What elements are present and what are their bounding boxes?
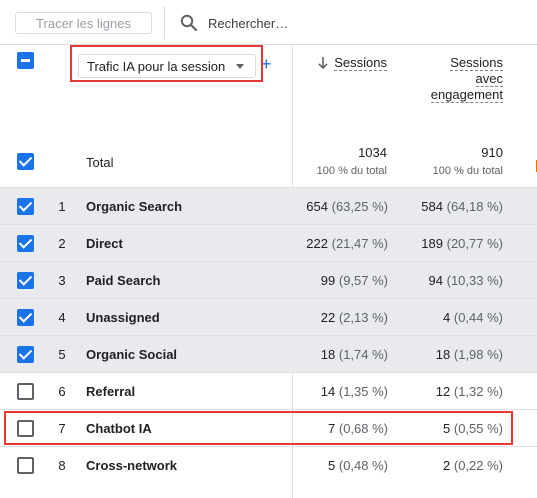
engaged-header-line1: Sessions	[450, 55, 503, 71]
row-engaged-value: 4	[443, 310, 451, 325]
table-row[interactable]: 5 Organic Social 18 (1,74 %) 18 (1,98 %)	[0, 335, 537, 372]
row-sessions-pct: (2,13 %)	[338, 310, 388, 325]
row-sessions-pct: (1,35 %)	[338, 384, 388, 399]
row-engaged-value: 12	[435, 384, 451, 399]
row-engaged-pct: (20,77 %)	[446, 236, 503, 251]
total-engaged: 910	[481, 145, 503, 160]
row-sessions-value: 654	[306, 199, 328, 214]
row-index: 1	[58, 199, 66, 214]
row-checkbox[interactable]	[17, 457, 34, 474]
row-sessions-value: 99	[320, 273, 336, 288]
row-checkbox[interactable]	[17, 309, 34, 326]
row-engaged-value: 189	[421, 236, 443, 251]
row-engaged: 18 (1,98 %)	[436, 347, 503, 362]
row-sessions: 654 (63,25 %)	[306, 199, 388, 214]
row-engaged: 12 (1,32 %)	[436, 384, 503, 399]
row-sessions-pct: (1,74 %)	[338, 347, 388, 362]
row-sessions: 5 (0,48 %)	[328, 458, 388, 473]
total-label: Total	[86, 155, 114, 170]
row-engaged: 189 (20,77 %)	[421, 236, 503, 251]
row-engaged-value: 18	[435, 347, 451, 362]
row-channel-name: Paid Search	[86, 273, 161, 288]
row-engaged-value: 2	[443, 458, 451, 473]
total-checkbox[interactable]	[17, 153, 34, 170]
table-row[interactable]: 1 Organic Search 654 (63,25 %) 584 (64,1…	[0, 187, 537, 224]
row-engaged-value: 94	[428, 273, 443, 288]
row-sessions-value: 222	[306, 236, 328, 251]
row-sessions-pct: (63,25 %)	[331, 199, 388, 214]
row-sessions-value: 14	[320, 384, 336, 399]
row-engaged-pct: (0,22 %)	[453, 458, 503, 473]
row-sessions-value: 5	[328, 458, 336, 473]
row-sessions: 99 (9,57 %)	[321, 273, 388, 288]
total-sessions-sub: 100 % du total	[316, 165, 387, 177]
row-index: 4	[58, 310, 66, 325]
toolbar-divider	[164, 6, 165, 39]
engaged-header-line3: engagement	[430, 87, 503, 103]
row-index: 6	[58, 384, 66, 399]
row-checkbox[interactable]	[17, 272, 34, 289]
row-index: 5	[58, 347, 66, 362]
row-engaged: 584 (64,18 %)	[421, 199, 503, 214]
table-row[interactable]: 2 Direct 222 (21,47 %) 189 (20,77 %)	[0, 224, 537, 261]
row-checkbox[interactable]	[17, 235, 34, 252]
row-sessions: 14 (1,35 %)	[321, 384, 388, 399]
table-row[interactable]: 3 Paid Search 99 (9,57 %) 94 (10,33 %)	[0, 261, 537, 298]
row-checkbox[interactable]	[17, 383, 34, 400]
row-channel-name: Organic Social	[86, 347, 178, 362]
search-input[interactable]	[208, 14, 508, 32]
row-engaged-value: 584	[421, 199, 443, 214]
row-sessions: 22 (2,13 %)	[321, 310, 388, 325]
column-header-engaged-sessions[interactable]: Sessions avec engagement	[400, 55, 503, 103]
table-row[interactable]: 4 Unassigned 22 (2,13 %) 4 (0,44 %)	[0, 298, 537, 335]
row-sessions: 18 (1,74 %)	[321, 347, 388, 362]
row-channel-name: Organic Search	[86, 199, 183, 214]
engaged-header-line2: avec	[475, 71, 503, 87]
row-engaged-pct: (10,33 %)	[446, 273, 503, 288]
total-sessions: 1034	[358, 145, 387, 160]
row-engaged: 94 (10,33 %)	[429, 273, 503, 288]
row-engaged-pct: (0,44 %)	[453, 310, 503, 325]
row-engaged-pct: (1,32 %)	[453, 384, 503, 399]
row-channel-name: Unassigned	[86, 310, 160, 325]
row-engaged: 4 (0,44 %)	[443, 310, 503, 325]
row-channel-name: Referral	[86, 384, 136, 399]
highlight-box-dimension	[70, 45, 263, 82]
row-sessions-value: 18	[320, 347, 336, 362]
search-icon	[180, 14, 198, 32]
total-engaged-sub: 100 % du total	[432, 165, 503, 177]
row-sessions: 222 (21,47 %)	[306, 236, 388, 251]
column-header-sessions[interactable]: Sessions	[300, 55, 387, 71]
row-engaged: 2 (0,22 %)	[443, 458, 503, 473]
table-toolbar: Tracer les lignes	[0, 0, 537, 45]
row-channel-name: Direct	[86, 236, 123, 251]
table-row[interactable]: 6 Referral 14 (1,35 %) 12 (1,32 %)	[0, 372, 537, 409]
table-row[interactable]: 8 Cross-network 5 (0,48 %) 2 (0,22 %)	[0, 446, 537, 483]
highlight-box-row	[4, 411, 513, 445]
row-index: 2	[58, 236, 66, 251]
row-index: 3	[58, 273, 66, 288]
row-sessions-value: 22	[320, 310, 336, 325]
row-checkbox[interactable]	[17, 346, 34, 363]
row-index: 8	[58, 458, 66, 473]
row-engaged-pct: (1,98 %)	[453, 347, 503, 362]
row-sessions-pct: (9,57 %)	[338, 273, 388, 288]
column-header-sessions-label: Sessions	[334, 55, 387, 71]
select-all-checkbox[interactable]	[17, 52, 34, 69]
row-engaged-pct: (64,18 %)	[446, 199, 503, 214]
row-sessions-pct: (21,47 %)	[331, 236, 388, 251]
trace-rows-button[interactable]: Tracer les lignes	[15, 12, 152, 34]
row-checkbox[interactable]	[17, 198, 34, 215]
row-channel-name: Cross-network	[86, 458, 178, 473]
row-sessions-pct: (0,48 %)	[338, 458, 388, 473]
